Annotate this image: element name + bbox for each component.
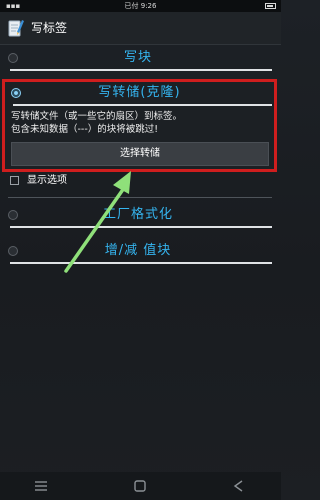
status-bar: ▪▪▪ 已付 9:26 [0,0,281,12]
option-divider [10,226,272,228]
option-divider [10,69,272,71]
clone-description-line2: 包含未知数据（---）的块将被跳过! [11,124,159,135]
clone-description-line1: 写转储文件（或一些它的扇区）到标签。 [11,111,183,122]
menu-icon[interactable] [34,480,48,492]
back-icon[interactable] [232,480,246,492]
home-icon[interactable] [133,480,147,492]
action-bar: 写标签 [0,12,281,45]
option-factory-format-label: 工厂格式化 [102,207,173,222]
status-time-text: 已付 9:26 [0,0,281,12]
clone-section: 写转储(克隆) 写转储文件（或一些它的扇区）到标签。 包含未知数据（---）的块… [2,79,277,172]
option-write-dump[interactable]: 写转储(克隆) [7,83,272,106]
option-value-block[interactable]: 增/减 值块 [4,241,272,264]
option-write-block-label: 写块 [123,50,152,65]
carrier-text: 已付 [124,2,139,10]
show-options-label: 显示选项 [27,175,67,186]
option-divider [10,262,272,264]
notepad-pencil-icon [8,20,24,37]
option-write-block[interactable]: 写块 [4,48,272,71]
show-options-checkbox[interactable] [10,176,19,185]
clock-text: 9:26 [140,2,157,10]
option-value-block-label: 增/减 值块 [104,243,172,258]
clone-description: 写转储文件（或一些它的扇区）到标签。 包含未知数据（---）的块将被跳过! [11,110,271,136]
select-dump-button[interactable]: 选择转储 [11,142,269,166]
divider [8,197,272,198]
option-factory-format[interactable]: 工厂格式化 [4,205,272,228]
option-write-dump-label: 写转储(克隆) [98,85,181,100]
page-title: 写标签 [31,21,68,35]
navigation-bar [0,472,281,500]
battery-icon [265,3,276,9]
option-divider [13,104,272,106]
